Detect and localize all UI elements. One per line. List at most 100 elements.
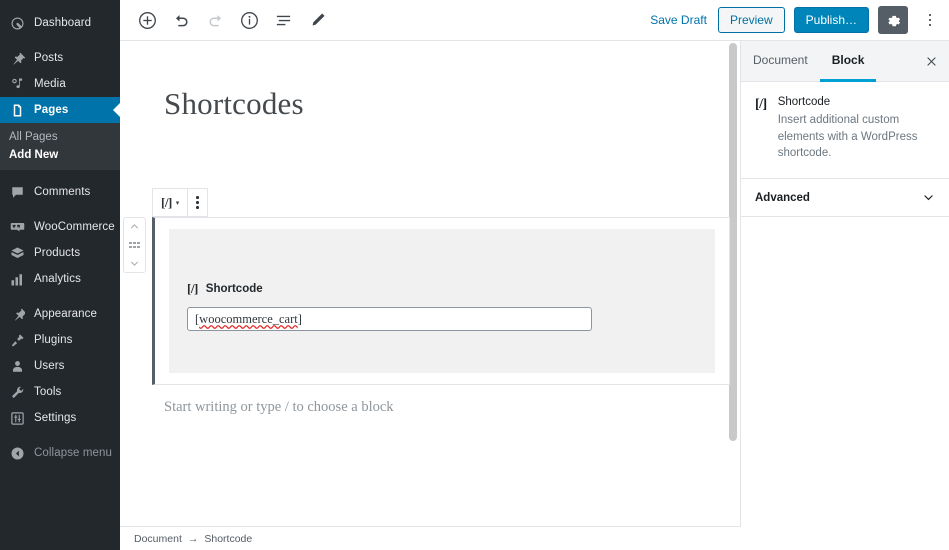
sidebar-item-label: Appearance: [34, 308, 98, 320]
shortcode-block-header: [/] Shortcode: [187, 281, 697, 297]
sidebar-item-label: Tools: [34, 386, 62, 398]
block-info-panel: [/] Shortcode Insert additional custom e…: [741, 82, 949, 180]
ellipsis-vertical-icon: [196, 196, 199, 209]
tab-document[interactable]: Document: [741, 41, 820, 82]
shortcode-input[interactable]: [woocommerce_cart]: [187, 307, 592, 331]
tab-label: Document: [753, 53, 808, 67]
shortcode-icon: [/]: [187, 281, 198, 296]
tab-block[interactable]: Block: [819, 41, 877, 82]
breadcrumb: Document → Shortcode: [120, 526, 741, 550]
breadcrumb-item-document[interactable]: Document: [134, 533, 182, 545]
settings-icon: [9, 410, 26, 427]
block-options-button[interactable]: [188, 189, 207, 216]
comments-icon: [9, 184, 26, 201]
editor-header-actions: Save Draft Preview Publish…: [648, 6, 943, 34]
submenu-item-all-pages[interactable]: All Pages: [0, 128, 120, 146]
content-info-button[interactable]: [232, 3, 266, 37]
preview-button[interactable]: Preview: [717, 6, 785, 34]
tab-label: Block: [831, 53, 865, 67]
editor-header: Save Draft Preview Publish…: [120, 0, 949, 41]
close-icon: [925, 55, 938, 68]
sidebar-item-dashboard[interactable]: Dashboard: [0, 10, 120, 36]
editor-body: Shortcodes [/] ▾ [/] Shortcode [woocomme…: [120, 41, 949, 550]
settings-sidebar: Document Block [/] Shortcode Insert addi…: [741, 41, 949, 550]
plus-circle-icon: [138, 11, 157, 30]
collapse-arrow-icon: [9, 445, 26, 462]
appearance-icon: [9, 306, 26, 323]
woocommerce-icon: [9, 219, 26, 236]
sidebar-item-comments[interactable]: Comments: [0, 179, 120, 205]
chevron-down-icon[interactable]: [129, 258, 140, 269]
publish-button[interactable]: Publish…: [793, 6, 869, 34]
block-type-switcher-button[interactable]: [/] ▾: [153, 189, 189, 216]
editor-header-tools: [130, 3, 334, 37]
pin-icon: [9, 50, 26, 67]
shortcode-misspelled-text: woocommerce_cart: [199, 312, 298, 326]
sidebar-item-label: Products: [34, 247, 81, 259]
sidebar-item-label: Plugins: [34, 334, 73, 346]
shortcode-block-icon: [/]: [161, 194, 172, 210]
sidebar-item-pages[interactable]: Pages: [0, 97, 120, 123]
pencil-icon: [308, 11, 327, 30]
shortcode-icon: [/]: [755, 97, 767, 112]
sidebar-item-settings[interactable]: Settings: [0, 405, 120, 431]
block-toolbar: [/] ▾: [152, 188, 208, 217]
sidebar-item-analytics[interactable]: Analytics: [0, 266, 120, 292]
edit-mode-button[interactable]: [300, 3, 334, 37]
gear-icon: [885, 12, 901, 28]
drag-grip-icon[interactable]: [129, 241, 140, 249]
submenu-item-add-new[interactable]: Add New: [0, 146, 120, 164]
redo-button[interactable]: [198, 3, 232, 37]
settings-tabs: Document Block: [741, 41, 949, 82]
breadcrumb-item-shortcode[interactable]: Shortcode: [204, 533, 252, 545]
sidebar-item-label: Analytics: [34, 273, 81, 285]
advanced-panel-label: Advanced: [755, 191, 810, 204]
sidebar-item-appearance[interactable]: Appearance: [0, 301, 120, 327]
sidebar-item-label: Media: [34, 78, 66, 90]
chevron-up-icon[interactable]: [129, 221, 140, 232]
collapse-menu-button[interactable]: Collapse menu: [0, 440, 120, 466]
sidebar-item-media[interactable]: Media: [0, 71, 120, 97]
list-view-icon: [274, 11, 293, 30]
shortcode-block-label: Shortcode: [205, 283, 263, 295]
block-info-text: Shortcode Insert additional custom eleme…: [778, 96, 935, 162]
sidebar-item-plugins[interactable]: Plugins: [0, 327, 120, 353]
block-info-title: Shortcode: [777, 96, 831, 108]
editor-canvas: Shortcodes [/] ▾ [/] Shortcode [woocomme…: [120, 41, 740, 550]
users-icon: [9, 358, 26, 375]
block-mover: [123, 217, 146, 273]
wordpress-block-editor: Dashboard Posts Media Pages All Pages Ad…: [0, 0, 949, 550]
more-menu-button[interactable]: [917, 6, 943, 34]
shortcode-block[interactable]: [/] Shortcode [woocommerce_cart]: [152, 217, 730, 385]
advanced-panel-toggle[interactable]: Advanced: [741, 179, 949, 218]
sidebar-item-products[interactable]: Products: [0, 240, 120, 266]
sidebar-item-tools[interactable]: Tools: [0, 379, 120, 405]
redo-icon: [206, 11, 225, 30]
shortcode-block-body: [/] Shortcode [woocommerce_cart]: [169, 229, 715, 373]
save-draft-button[interactable]: Save Draft: [648, 9, 709, 31]
block-navigation-button[interactable]: [266, 3, 300, 37]
block-info-description: Insert additional custom elements with a…: [777, 114, 918, 160]
canvas-scrollbar-thumb[interactable]: [729, 43, 737, 441]
sidebar-item-label: Dashboard: [34, 17, 92, 29]
add-block-button[interactable]: [130, 3, 164, 37]
analytics-icon: [9, 271, 26, 288]
info-circle-icon: [240, 11, 259, 30]
sidebar-item-label: Posts: [34, 52, 64, 64]
submenu-item-label: All Pages: [9, 131, 58, 143]
close-sidebar-button[interactable]: [913, 41, 949, 81]
chevron-down-icon: ▾: [175, 199, 180, 207]
post-title[interactable]: Shortcodes: [120, 41, 740, 122]
sidebar-item-users[interactable]: Users: [0, 353, 120, 379]
ellipsis-vertical-icon: [928, 13, 932, 27]
default-block-appender[interactable]: Start writing or type / to choose a bloc…: [164, 399, 394, 416]
dashboard-icon: [9, 15, 26, 32]
pages-submenu: All Pages Add New: [0, 123, 120, 170]
settings-toggle-button[interactable]: [878, 6, 908, 34]
products-icon: [9, 245, 26, 262]
sidebar-item-woocommerce[interactable]: WooCommerce: [0, 214, 120, 240]
submenu-item-label: Add New: [9, 149, 59, 161]
undo-button[interactable]: [164, 3, 198, 37]
admin-sidebar: Dashboard Posts Media Pages All Pages Ad…: [0, 0, 120, 550]
sidebar-item-posts[interactable]: Posts: [0, 45, 120, 71]
